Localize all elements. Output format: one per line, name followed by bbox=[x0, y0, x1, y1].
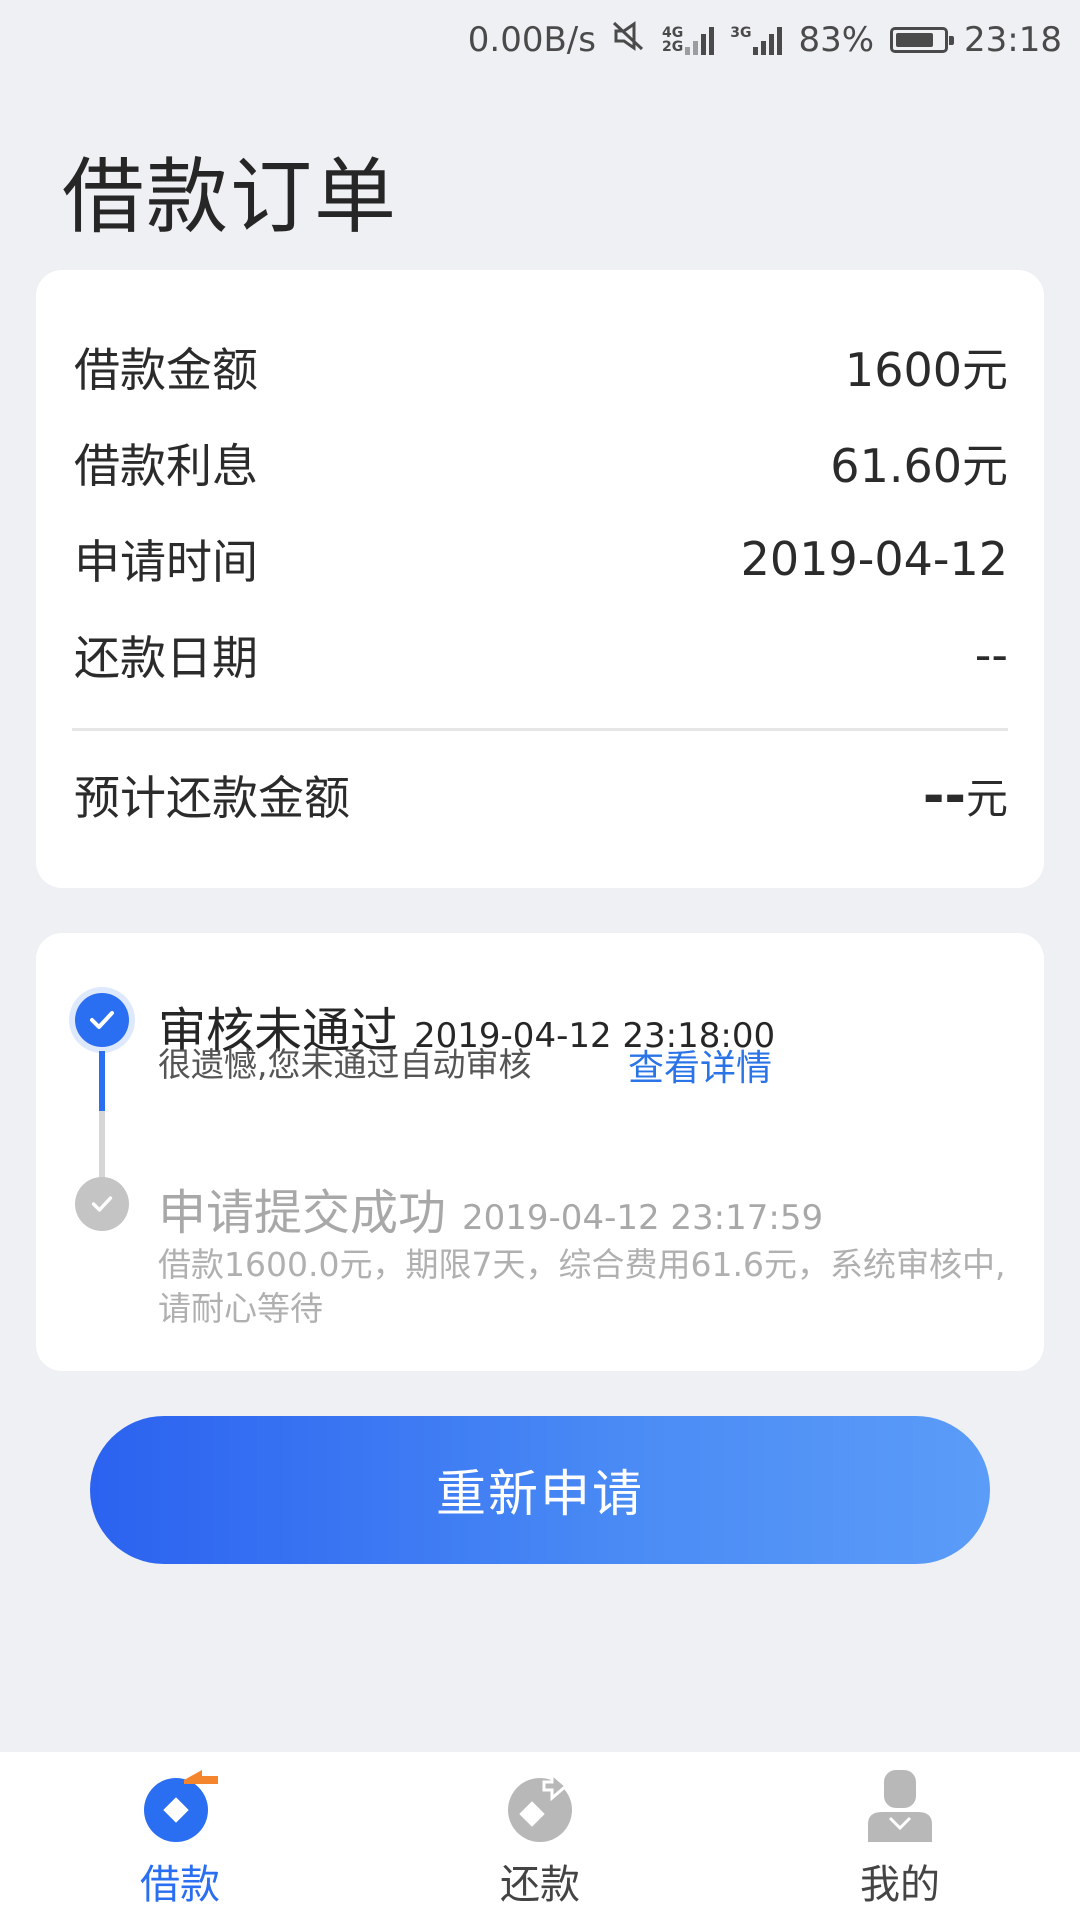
net-speed: 0.00B/s bbox=[467, 20, 596, 60]
tab-label: 还款 bbox=[500, 1862, 580, 1908]
check-icon bbox=[75, 1177, 129, 1231]
timeline-step-title: 申请提交成功 bbox=[158, 1185, 447, 1241]
clock: 23:18 bbox=[964, 20, 1062, 60]
summary-label: 还款日期 bbox=[74, 631, 258, 685]
timeline-step-time: 2019-04-12 23:17:59 bbox=[462, 1198, 824, 1238]
loan-icon bbox=[140, 1768, 220, 1848]
tab-mine[interactable]: 我的 bbox=[780, 1752, 1020, 1910]
order-summary-card: 借款金额 1600元 借款利息 61.60元 申请时间 2019-04-12 还… bbox=[36, 270, 1044, 888]
timeline-connector bbox=[99, 1051, 105, 1111]
view-details-link[interactable]: 查看详情 bbox=[628, 1039, 772, 1091]
timeline-step-submitted: 申请提交成功 2019-04-12 23:17:59 bbox=[158, 1173, 823, 1243]
check-icon bbox=[75, 993, 129, 1047]
summary-row-apply-date: 申请时间 2019-04-12 bbox=[74, 526, 1008, 592]
screen: 0.00B/s 4G 2G 3G 83% 23:18 借款订单 借款金额 160… bbox=[0, 0, 1080, 1920]
summary-row-amount: 借款金额 1600元 bbox=[74, 334, 1008, 400]
timeline-step-desc: 很遗憾,您未通过自动审核 bbox=[158, 1045, 532, 1084]
network-type-label-2: 3G bbox=[730, 25, 752, 41]
battery-percent: 83% bbox=[798, 20, 875, 60]
timeline-step-desc: 借款1600.0元，期限7天，综合费用61.6元，系统审核中,请耐心等待 bbox=[158, 1245, 1006, 1328]
divider bbox=[72, 728, 1008, 731]
status-timeline-card: 审核未通过 2019-04-12 23:18:00 很遗憾,您未通过自动审核 查… bbox=[36, 933, 1044, 1371]
user-icon bbox=[860, 1768, 940, 1848]
summary-label: 借款金额 bbox=[74, 343, 258, 397]
network-type-label: 4G 2G bbox=[661, 25, 684, 55]
mute-icon bbox=[612, 20, 646, 60]
tab-loan[interactable]: 借款 bbox=[60, 1752, 300, 1910]
repay-icon bbox=[500, 1768, 580, 1848]
summary-value: 61.60元 bbox=[830, 439, 1008, 493]
summary-row-total: 预计还款金额 --元 bbox=[74, 762, 1008, 828]
summary-row-repay-date: 还款日期 -- bbox=[74, 622, 1008, 688]
summary-value: 1600元 bbox=[844, 343, 1008, 397]
summary-value: 2019-04-12 bbox=[740, 532, 1008, 586]
summary-value: -- bbox=[974, 628, 1008, 682]
summary-total-label: 预计还款金额 bbox=[74, 771, 350, 825]
summary-row-interest: 借款利息 61.60元 bbox=[74, 430, 1008, 496]
tab-repay[interactable]: 还款 bbox=[420, 1752, 660, 1910]
battery-icon bbox=[890, 27, 955, 53]
summary-label: 申请时间 bbox=[74, 535, 258, 589]
tab-label: 我的 bbox=[860, 1862, 940, 1908]
page-title: 借款订单 bbox=[62, 150, 399, 245]
summary-label: 借款利息 bbox=[74, 439, 258, 493]
status-bar: 0.00B/s 4G 2G 3G 83% 23:18 bbox=[0, 0, 1080, 80]
tab-label: 借款 bbox=[140, 1862, 220, 1908]
signal-icon-2 bbox=[753, 25, 783, 55]
reapply-button[interactable]: 重新申请 bbox=[90, 1416, 990, 1564]
bottom-tab-bar: 借款 还款 我的 bbox=[0, 1752, 1080, 1920]
summary-total-value: --元 bbox=[922, 765, 1008, 826]
signal-icon bbox=[685, 25, 715, 55]
